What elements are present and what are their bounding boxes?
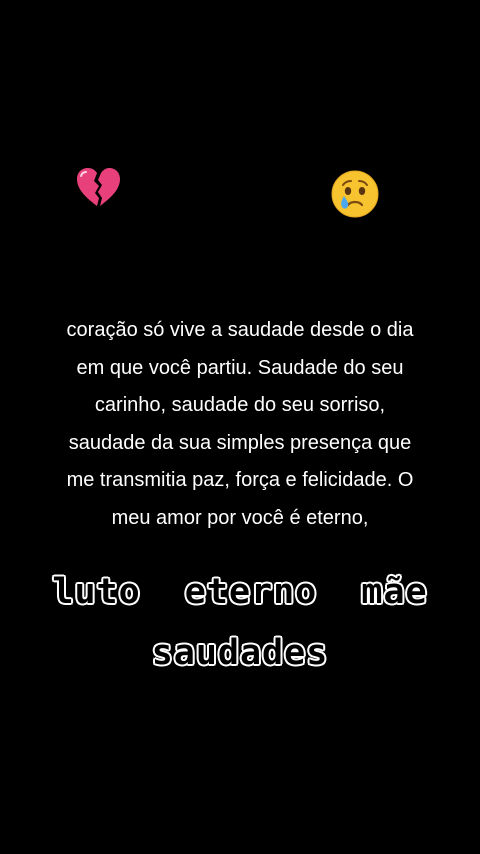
- message-text: coração só vive a saudade desde o dia em…: [0, 312, 480, 537]
- message-line: meu amor por você é eterno,: [111, 506, 369, 529]
- message-line: coração só vive a saudade desde o dia: [66, 319, 414, 341]
- message-line: saudade da sua simples presença que: [68, 431, 412, 454]
- message-line: carinho, saudade do seu sorriso,: [94, 394, 386, 416]
- caption-line-1: luto eterno mãe: [52, 571, 428, 612]
- message-line: me transmitia paz, força e felicidade. O: [66, 469, 414, 491]
- caption-line-2: saudades: [151, 632, 329, 673]
- broken-heart-icon: [72, 162, 124, 214]
- message-line: em que você partiu. Saudade do seu: [76, 356, 404, 379]
- crying-face-icon: [329, 168, 381, 220]
